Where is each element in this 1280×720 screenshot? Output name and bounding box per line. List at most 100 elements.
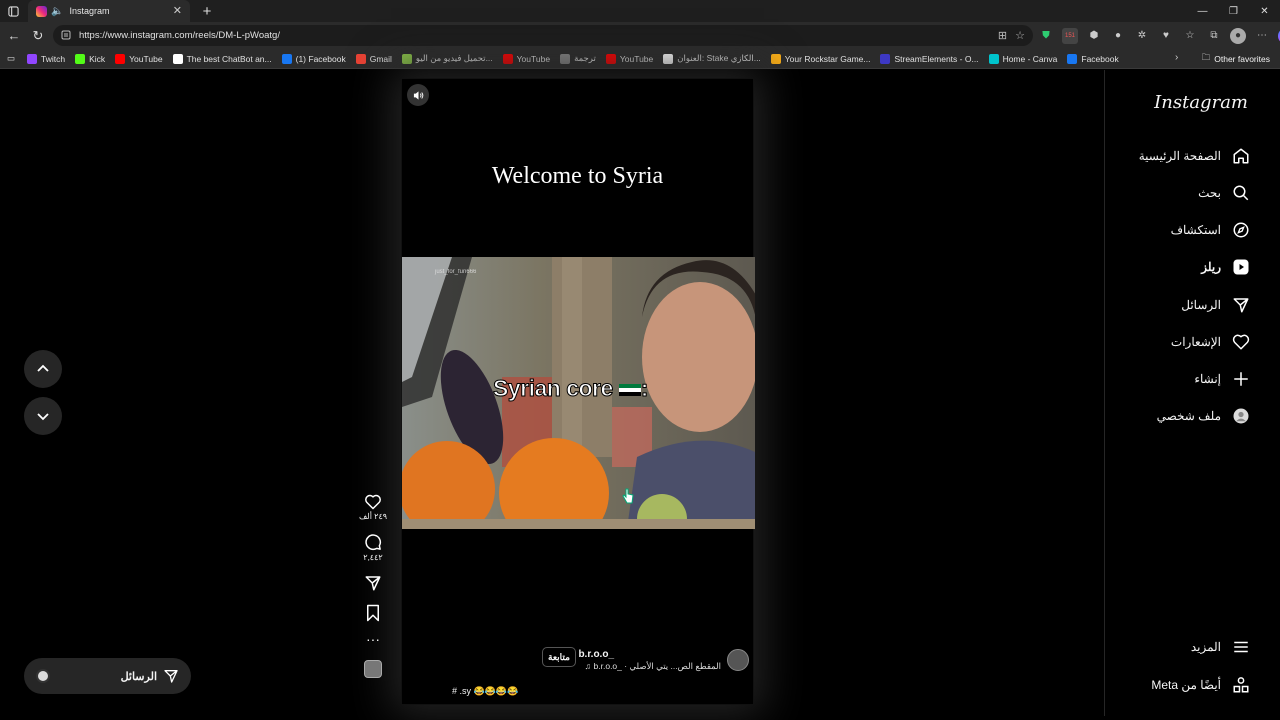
bookmark-item[interactable]: Your Rockstar Game... (766, 53, 876, 64)
sidebar-item-create[interactable]: إنشاء (1194, 366, 1251, 392)
hexagon-extension-icon[interactable]: ⬢ (1086, 28, 1102, 44)
restore-button[interactable]: ❐ (1218, 0, 1249, 22)
back-button[interactable]: ← (2, 24, 26, 48)
bookmark-item[interactable]: (1) Facebook (277, 53, 351, 64)
bookmarks-bar: ▭ Twitch Kick YouTube The best ChatBot an..… (0, 49, 1280, 69)
circle-extension-icon[interactable]: ● (1110, 28, 1126, 44)
bookmark-item[interactable]: StreamElements - O... (875, 53, 983, 64)
save-action[interactable] (365, 604, 381, 622)
sidebar-item-more[interactable]: المزيد (1191, 634, 1251, 660)
share-icon (365, 576, 381, 591)
bookmark-favicon-icon (560, 53, 571, 64)
refresh-button[interactable]: ↻ (26, 24, 50, 48)
performance-icon[interactable]: ♥ (1158, 28, 1174, 44)
bookmark-favicon-icon (1067, 53, 1078, 64)
bookmark-item[interactable]: ترجمة (555, 53, 601, 64)
author-username[interactable]: b.r.o.o_ (578, 649, 614, 660)
minimize-button[interactable]: — (1187, 0, 1218, 22)
folder-icon: 🗀 (1201, 52, 1211, 62)
bookmark-favicon-icon (281, 53, 292, 64)
reel-actions: ٢٤٩ ألف ٢,٤٤٢ ··· (358, 494, 388, 678)
comments-count: ٢,٤٤٢ (363, 553, 383, 562)
bookmark-favicon-icon (75, 53, 86, 64)
search-icon (1231, 183, 1251, 203)
author-avatar[interactable] (727, 649, 749, 671)
sidebar-label-home: الصفحة الرئيسية (1138, 149, 1221, 163)
next-reel-button[interactable] (24, 397, 62, 435)
bookmark-favicon-icon (605, 53, 616, 64)
sidebar-item-search[interactable]: بحث (1198, 180, 1251, 206)
new-tab-button[interactable]: + (196, 0, 218, 22)
bookmark-item[interactable]: Home - Canva (984, 53, 1063, 64)
sidebar-label-search: بحث (1198, 186, 1221, 200)
bookmark-favicon-icon (401, 53, 412, 64)
bookmarks-overflow-chevron-icon[interactable]: › (1175, 52, 1178, 63)
sidebar-label-more: المزيد (1190, 640, 1221, 654)
mute-button[interactable] (407, 84, 429, 106)
bookmark-item[interactable]: Kick (70, 53, 110, 64)
app-available-icon[interactable]: ⊞ (998, 29, 1007, 42)
bookmark-label: (1) Facebook (295, 53, 346, 64)
extensions-puzzle-icon[interactable]: ✲ (1134, 28, 1150, 44)
apps-icon[interactable]: ▭ (0, 53, 22, 64)
bookmark-favicon-icon (355, 53, 366, 64)
instagram-page: الرسائل Welcome to Syria just_for_fun666… (3, 70, 1277, 716)
sidebar-item-also-from-meta[interactable]: أيضًا من Meta (1151, 672, 1251, 698)
bookmark-item[interactable]: YouTube (110, 53, 167, 64)
bookmark-item[interactable]: YouTube (601, 53, 658, 64)
bookmark-item[interactable]: Twitch (22, 53, 70, 64)
bookmark-item[interactable]: تحميل فيديو من اليو... (397, 53, 498, 64)
sidebar-item-explore[interactable]: استكشاف (1171, 217, 1251, 243)
other-favorites-folder[interactable]: 🗀 Other favorites (1202, 52, 1270, 66)
sidebar-item-reels[interactable]: ريلز (1201, 254, 1251, 280)
collections-icon[interactable]: ⧉ (1206, 28, 1222, 44)
messages-avatar (36, 669, 50, 683)
bookmark-label: العنوان: Stake الكازي... (677, 53, 761, 63)
counter-extension-icon[interactable]: 151 (1062, 27, 1078, 44)
url-field[interactable]: https://www.instagram.com/reels/DM-L-pWo… (53, 25, 1033, 46)
bookmark-favicon-icon (172, 53, 183, 64)
bookmark-item[interactable]: YouTube (498, 53, 555, 64)
audio-track[interactable]: ♫ b.r.o.o_ · المقطع الص... يتي الأصلي (585, 661, 721, 672)
profile-avatar-icon[interactable]: ● (1230, 27, 1246, 44)
bookmark-label: ترجمة (574, 53, 596, 63)
close-tab-icon[interactable]: ✕ (173, 4, 182, 17)
messages-pill-text: الرسائل (120, 670, 157, 683)
favorites-icon[interactable]: ☆ (1182, 28, 1198, 44)
instagram-logo[interactable]: Instagram (1154, 92, 1248, 113)
shield-extension-icon[interactable]: ⛊ (1038, 28, 1054, 44)
menu-icon (1231, 637, 1251, 657)
reel-title-text: Welcome to Syria (491, 163, 664, 189)
sidebar-item-profile[interactable]: ملف شخصي (1157, 403, 1251, 429)
tab-title: Instagram (69, 6, 110, 16)
tab-actions-button[interactable] (0, 0, 26, 22)
sidebar-item-messages[interactable]: الرسائل (1181, 292, 1251, 318)
audio-cover-thumbnail[interactable] (364, 660, 382, 678)
reel-player[interactable]: Welcome to Syria just_for_fun666 Syrian … (401, 78, 755, 705)
settings-more-icon[interactable]: ⋯ (1254, 28, 1270, 44)
browser-tab-instagram[interactable]: 🔈 Instagram ✕ (28, 0, 190, 22)
bookmark-item[interactable]: Facebook (1062, 53, 1123, 64)
like-action[interactable]: ٢٤٩ ألف (359, 494, 387, 521)
share-action[interactable] (364, 574, 382, 592)
send-icon (164, 670, 178, 683)
bookmark-item[interactable]: The best ChatBot an... (168, 53, 277, 64)
follow-button[interactable]: متابعة (542, 647, 576, 667)
more-options-action[interactable]: ··· (366, 632, 380, 646)
reel-caption-hashtags[interactable]: # .sy 😂😂😂😂 (452, 686, 518, 697)
bookmark-item[interactable]: العنوان: Stake الكازي... (658, 53, 766, 64)
comment-action[interactable]: ٢,٤٤٢ (363, 533, 383, 562)
previous-reel-button[interactable] (24, 350, 62, 388)
sidebar-label-also-from-meta: أيضًا من Meta (1151, 678, 1221, 692)
bookmark-item[interactable]: Gmail (351, 53, 397, 64)
reel-video-frame[interactable]: just_for_fun666 Syrian core : (402, 257, 755, 529)
speaker-icon[interactable]: 🔈 (51, 6, 63, 17)
extensions-bar: ⛊ 151 ⬢ ● ✲ ♥ ☆ ⧉ ● ⋯ (1038, 25, 1280, 46)
site-info-icon[interactable] (61, 30, 73, 42)
favorite-star-icon[interactable]: ☆ (1015, 29, 1025, 42)
sidebar-item-home[interactable]: الصفحة الرئيسية (1139, 143, 1251, 169)
bookmark-label: Gmail (369, 53, 392, 64)
sidebar-item-notifications[interactable]: الإشعارات (1171, 329, 1251, 355)
close-window-button[interactable]: ✕ (1249, 0, 1280, 22)
messages-floating-button[interactable]: الرسائل (24, 658, 191, 694)
